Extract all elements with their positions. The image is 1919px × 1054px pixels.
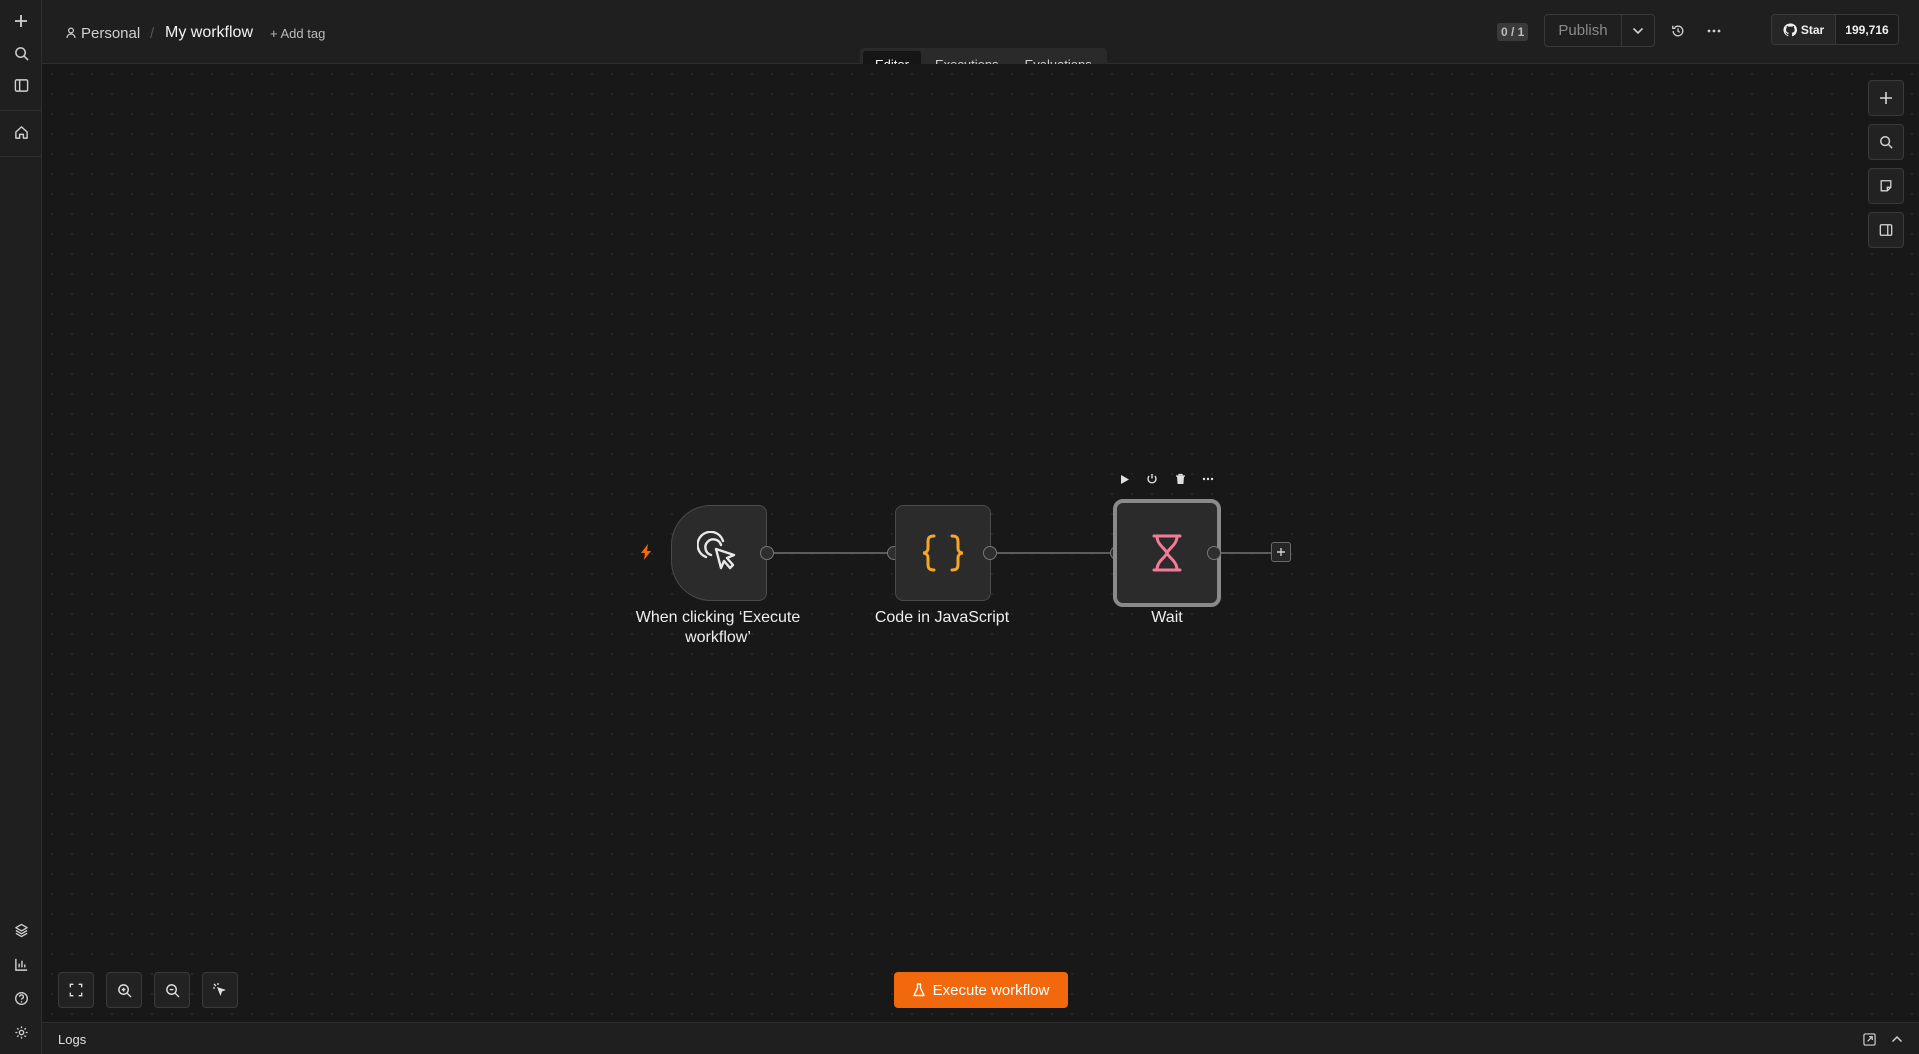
node-more-icon[interactable] xyxy=(1198,469,1218,489)
panel-right-icon xyxy=(1879,224,1893,236)
panel-toggle-button[interactable] xyxy=(1868,212,1904,248)
publish-button[interactable]: Publish xyxy=(1545,15,1622,46)
workflow-name[interactable]: My workflow xyxy=(165,22,253,44)
publish-group: Publish xyxy=(1544,14,1655,47)
settings-gear-icon[interactable] xyxy=(9,1020,33,1044)
braces-icon xyxy=(922,534,964,572)
pop-out-icon[interactable] xyxy=(1861,1031,1877,1047)
connection-edge xyxy=(1220,552,1272,554)
chevron-up-icon[interactable] xyxy=(1889,1031,1905,1047)
zoom-in-button[interactable] xyxy=(106,972,142,1008)
github-star-count: 199,716 xyxy=(1836,15,1898,44)
help-icon[interactable] xyxy=(9,986,33,1010)
sidebar-toggle-icon[interactable] xyxy=(9,73,33,97)
left-rail xyxy=(0,0,42,1054)
search-icon xyxy=(1880,136,1893,149)
github-icon xyxy=(1783,22,1797,36)
version-counter: 0 / 1 xyxy=(1497,23,1529,41)
plus-icon xyxy=(1277,548,1285,556)
flask-icon xyxy=(912,983,925,997)
logs-bar[interactable]: Logs xyxy=(42,1022,1919,1054)
rail-divider xyxy=(0,110,42,111)
logs-label: Logs xyxy=(58,1032,87,1047)
add-node-button[interactable] xyxy=(1868,80,1904,116)
fit-view-icon xyxy=(69,983,83,997)
chevron-down-icon xyxy=(1632,27,1644,34)
breadcrumb-separator: / xyxy=(150,24,155,42)
node-label: When clicking ‘Execute workflow’ xyxy=(635,609,801,646)
github-star-widget[interactable]: Star 199,716 xyxy=(1771,14,1899,45)
sticky-note-button[interactable] xyxy=(1868,168,1904,204)
trigger-bolt-icon xyxy=(639,543,653,561)
output-port[interactable] xyxy=(983,546,997,560)
breadcrumb-project-label: Personal xyxy=(81,24,141,42)
templates-icon[interactable] xyxy=(9,918,33,942)
github-star-label: Star xyxy=(1800,22,1825,37)
wand-cursor-icon xyxy=(213,983,226,996)
execute-workflow-label: Execute workflow xyxy=(932,981,1050,999)
output-port[interactable] xyxy=(760,546,774,560)
zoom-in-icon xyxy=(117,983,132,998)
home-icon[interactable] xyxy=(9,120,33,144)
execute-workflow-button[interactable]: Execute workflow xyxy=(894,972,1068,1008)
history-icon[interactable] xyxy=(1667,20,1689,42)
more-options-icon[interactable] xyxy=(1703,20,1725,42)
node-manual-trigger[interactable] xyxy=(671,505,767,601)
tidy-up-button[interactable] xyxy=(202,972,238,1008)
deactivate-power-icon[interactable] xyxy=(1142,469,1162,489)
zoom-out-button[interactable] xyxy=(154,972,190,1008)
node-wait[interactable] xyxy=(1113,499,1221,607)
node-label: Wait xyxy=(1151,609,1183,626)
breadcrumb-project[interactable]: Personal xyxy=(66,22,140,44)
rail-divider xyxy=(0,156,42,157)
output-port[interactable] xyxy=(1207,546,1221,560)
execute-node-play-icon[interactable] xyxy=(1115,469,1135,489)
search-nodes-button[interactable] xyxy=(1868,124,1904,160)
connection-edge xyxy=(997,552,1115,554)
hourglass-icon xyxy=(1152,534,1182,572)
fit-view-button[interactable] xyxy=(58,972,94,1008)
node-code-javascript[interactable] xyxy=(895,505,991,601)
zoom-out-icon xyxy=(165,983,180,998)
search-icon[interactable] xyxy=(9,41,33,65)
plus-icon xyxy=(1880,92,1892,104)
insights-chart-icon[interactable] xyxy=(9,952,33,976)
delete-trash-icon[interactable] xyxy=(1170,469,1190,489)
add-tag-link[interactable]: + Add tag xyxy=(270,22,325,44)
node-label: Code in JavaScript xyxy=(874,609,1010,626)
user-icon xyxy=(66,27,76,39)
connection-edge xyxy=(774,552,892,554)
plus-icon[interactable] xyxy=(9,9,33,33)
cursor-click-icon xyxy=(697,531,736,570)
sticky-note-icon xyxy=(1880,180,1892,192)
publish-dropdown-button[interactable] xyxy=(1622,15,1654,46)
add-next-node-button[interactable] xyxy=(1271,542,1291,562)
github-star-button[interactable]: Star xyxy=(1772,15,1836,44)
